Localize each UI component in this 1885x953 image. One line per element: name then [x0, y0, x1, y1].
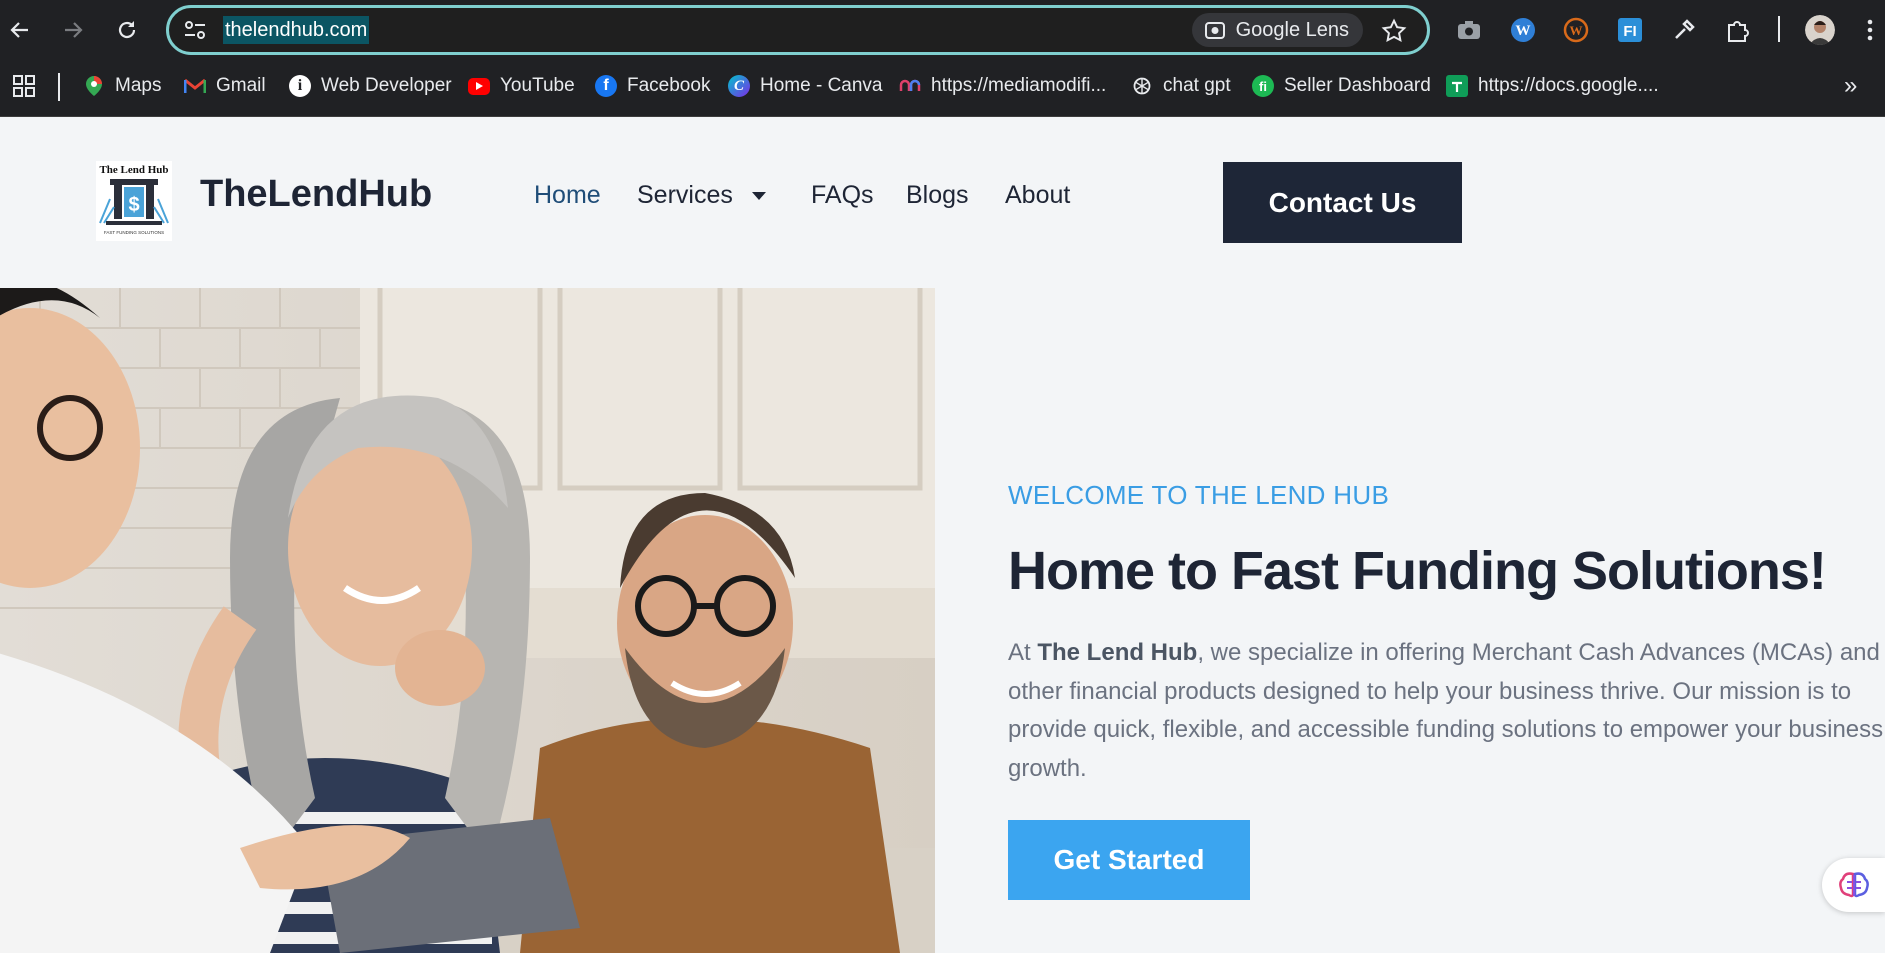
assistant-widget-button[interactable]: [1822, 858, 1885, 912]
caret-down-icon: [751, 191, 766, 200]
bookmark-mediamodifier[interactable]: https://mediamodifi...: [899, 72, 1106, 100]
sheets-icon: [1446, 75, 1468, 97]
browser-toolbar: thelendhub.com Google Lens W W FI: [0, 0, 1885, 60]
bookmarks-overflow-button[interactable]: »: [1844, 72, 1857, 100]
nav-faqs[interactable]: FAQs: [811, 181, 874, 210]
hero-kicker: WELCOME TO THE LEND HUB: [1008, 480, 1390, 510]
back-button[interactable]: [4, 14, 36, 46]
bookmark-web-developer[interactable]: i Web Developer: [289, 72, 452, 100]
apps-button[interactable]: [12, 72, 36, 100]
logo-text: The Lend Hub: [99, 164, 168, 176]
info-icon: i: [289, 75, 311, 97]
fi-extension[interactable]: FI: [1615, 15, 1645, 45]
youtube-icon: [468, 77, 490, 95]
bookmark-gmail[interactable]: Gmail: [184, 72, 266, 100]
hero-description-prefix: At: [1008, 639, 1038, 666]
hero-photo: [0, 288, 935, 953]
svg-text:W: W: [1570, 23, 1583, 38]
reload-icon: [118, 21, 136, 39]
bookmarks-separator: [58, 73, 60, 101]
eyedropper-icon: [1675, 19, 1695, 39]
chevron-double-right-icon: »: [1844, 72, 1858, 99]
hero-description: At The Lend Hub, we specialize in offeri…: [1008, 634, 1885, 794]
google-lens-button[interactable]: Google Lens: [1191, 13, 1363, 47]
site-settings-icon[interactable]: [183, 19, 207, 41]
logo-caption: FAST FUNDING SOLUTIONS: [104, 230, 164, 235]
arrow-left-icon: [10, 22, 28, 38]
site-header: The Lend Hub $ FAST FUNDING SOLUTIONS Th…: [0, 117, 1885, 288]
arrow-right-icon: [65, 22, 83, 38]
svg-text:FI: FI: [1623, 23, 1636, 40]
browser-menu-button[interactable]: [1855, 15, 1885, 45]
bookmark-youtube[interactable]: YouTube: [468, 72, 575, 100]
nav-about[interactable]: About: [1005, 181, 1070, 210]
bookmark-star-icon[interactable]: [1381, 18, 1407, 44]
site-logo[interactable]: The Lend Hub $ FAST FUNDING SOLUTIONS: [96, 161, 172, 241]
bookmark-chat-gpt[interactable]: chat gpt: [1131, 72, 1231, 100]
puzzle-icon: [1728, 21, 1749, 42]
reload-button[interactable]: [111, 14, 143, 46]
nav-home[interactable]: Home: [534, 181, 601, 210]
brain-icon: [1838, 872, 1869, 898]
wordpress-orange-icon: W: [1563, 17, 1589, 43]
profile-avatar[interactable]: [1805, 15, 1835, 45]
bookmarks-bar: Maps Gmail i Web Developer YouTube f Fac…: [0, 60, 1885, 117]
wordpress-orange-extension[interactable]: W: [1561, 15, 1591, 45]
kebab-menu-icon: [1867, 19, 1873, 41]
bookmark-google-docs[interactable]: https://docs.google....: [1446, 72, 1659, 100]
eyedropper-extension[interactable]: [1669, 15, 1699, 45]
canva-icon: C: [728, 75, 750, 97]
contact-us-button[interactable]: Contact Us: [1223, 162, 1462, 243]
facebook-icon: f: [595, 75, 617, 97]
apps-grid-icon: [13, 75, 35, 97]
url-text[interactable]: thelendhub.com: [223, 16, 370, 44]
forward-button[interactable]: [57, 14, 89, 46]
lens-icon: [1204, 22, 1225, 39]
extensions-button[interactable]: [1723, 15, 1753, 45]
brand-name[interactable]: TheLendHub: [200, 173, 432, 216]
bookmark-canva[interactable]: C Home - Canva: [728, 72, 883, 100]
wordpress-extension[interactable]: W: [1508, 15, 1538, 45]
wordpress-icon: W: [1511, 18, 1535, 42]
avatar-icon: [1805, 15, 1835, 45]
get-started-button[interactable]: Get Started: [1008, 820, 1250, 900]
nav-services[interactable]: Services: [637, 181, 767, 210]
meta-icon: [899, 75, 921, 97]
camera-icon: [1458, 21, 1480, 39]
lens-label: Google Lens: [1235, 19, 1349, 41]
bookmark-facebook[interactable]: f Facebook: [595, 72, 710, 100]
nav-blogs[interactable]: Blogs: [906, 181, 969, 210]
svg-text:W: W: [1516, 23, 1531, 39]
bookmark-maps[interactable]: Maps: [83, 72, 161, 100]
fi-icon: FI: [1618, 18, 1642, 42]
maps-icon: [83, 75, 105, 97]
openai-icon: [1131, 75, 1153, 97]
camera-extension[interactable]: [1454, 15, 1484, 45]
nav-services-label: Services: [637, 181, 733, 209]
hero-description-brand: The Lend Hub: [1037, 639, 1198, 666]
toolbar-separator: [1778, 16, 1780, 42]
address-bar[interactable]: thelendhub.com Google Lens: [166, 5, 1430, 55]
gmail-icon: [184, 75, 206, 97]
bookmark-seller-dashboard[interactable]: fi Seller Dashboard: [1252, 72, 1431, 100]
seller-icon: fi: [1252, 75, 1274, 97]
hero-headline: Home to Fast Funding Solutions!: [1008, 541, 1827, 601]
browser-chrome: thelendhub.com Google Lens W W FI Maps G…: [0, 0, 1885, 117]
lendhub-logo-icon: The Lend Hub $ FAST FUNDING SOLUTIONS: [99, 164, 169, 235]
svg-text:$: $: [128, 194, 139, 216]
